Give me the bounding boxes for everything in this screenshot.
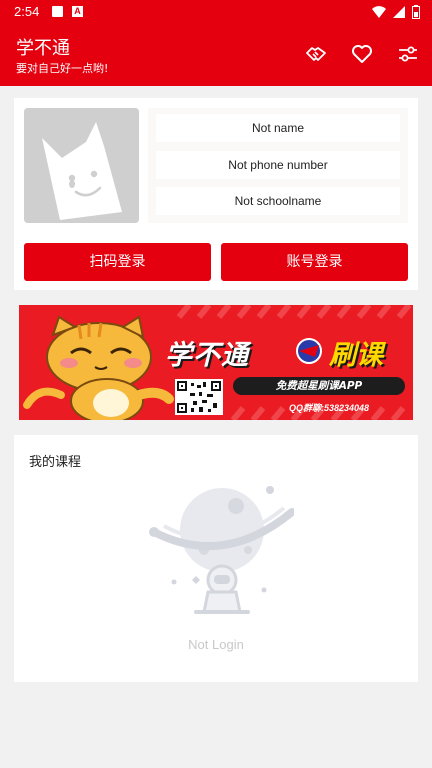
courses-title: 我的课程 xyxy=(29,455,82,470)
courses-card: 我的课程 Not Login xyxy=(14,435,418,682)
empty-state-text: Not Login xyxy=(188,637,244,652)
banner-title-accent: 刷课 xyxy=(329,340,383,371)
wifi-icon xyxy=(372,6,386,18)
qr-code-image xyxy=(175,379,223,415)
battery-icon xyxy=(412,5,420,19)
banner-qq-group: QQ群聊:538234048 xyxy=(289,403,370,413)
settings-sliders-icon xyxy=(399,46,417,62)
banner-tagline: 免费超星刷课APP xyxy=(233,377,405,395)
app-subtitle: 要对自己好一点哟! xyxy=(16,62,109,75)
default-avatar-cat-icon xyxy=(24,108,139,223)
signal-icon xyxy=(393,6,405,18)
profile-card: Not name Not phone number Not schoolname… xyxy=(14,98,418,290)
handshake-icon xyxy=(306,47,326,61)
user-phone: Not phone number xyxy=(156,151,400,179)
app-bar: 学不通 要对自己好一点哟! xyxy=(0,24,432,86)
user-name: Not name xyxy=(156,114,400,142)
handshake-button[interactable] xyxy=(302,40,330,68)
account-login-button[interactable]: 账号登录 xyxy=(221,243,408,281)
square-notification-icon xyxy=(52,6,63,17)
promo-banner[interactable]: 学不通 刷课 免费超星刷课APP QQ群聊:538234048 xyxy=(19,305,413,420)
status-icons xyxy=(372,4,420,20)
status-bar: 2:54 A xyxy=(0,0,432,24)
scan-login-button[interactable]: 扫码登录 xyxy=(24,243,211,281)
a-notification-icon: A xyxy=(72,6,83,17)
avatar[interactable] xyxy=(24,108,139,223)
app-title: 学不通 xyxy=(16,38,70,59)
heart-icon xyxy=(352,45,372,63)
user-info-panel: Not name Not phone number Not schoolname xyxy=(148,108,408,223)
favorite-button[interactable] xyxy=(348,40,376,68)
status-time: 2:54 xyxy=(14,4,40,19)
banner-title: 学不通 xyxy=(165,340,249,371)
user-school: Not schoolname xyxy=(156,187,400,215)
settings-button[interactable] xyxy=(394,40,422,68)
empty-planet-astronaut-icon xyxy=(149,486,294,614)
